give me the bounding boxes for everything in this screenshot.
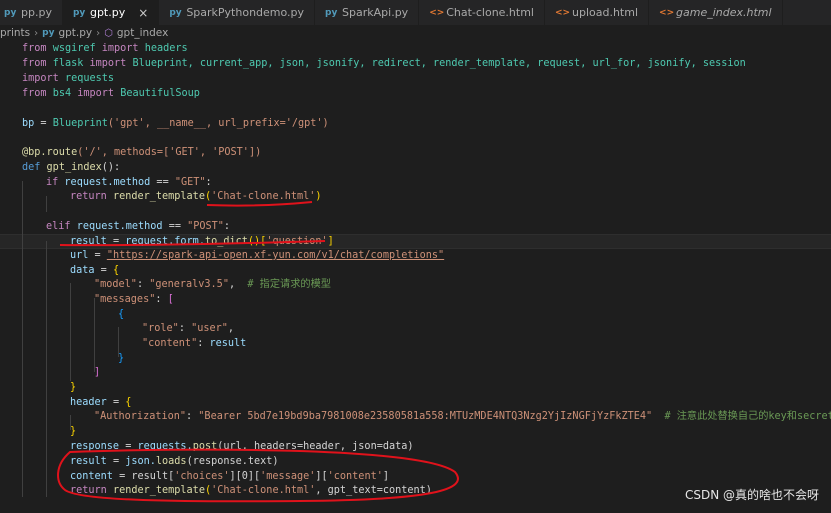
code-line: elif request.method == "POST": (46, 221, 231, 232)
code-line: "messages": [ (94, 294, 174, 305)
python-file-icon: py (4, 7, 17, 18)
indent-guide (46, 196, 47, 212)
tab-label: SparkPythondemo.py (186, 6, 305, 19)
editor-tab-bar: py pp.py py gpt.py × py SparkPythondemo.py py Sp… (0, 0, 831, 25)
code-line: return render_template('Chat-clone.html'… (70, 485, 432, 496)
indent-guide (70, 283, 71, 381)
breadcrumb-folder[interactable]: prints (0, 27, 30, 39)
code-line: { (118, 309, 125, 320)
code-line: @bp.route('/', methods=['GET', 'POST']) (22, 147, 262, 158)
chevron-right-icon: › (34, 27, 39, 39)
tab-label: upload.html (572, 6, 639, 19)
code-line: result = request.form.to_dict()['questio… (70, 236, 334, 247)
code-line: from flask import Blueprint, current_app… (22, 58, 746, 69)
code-line: def gpt_index(): (22, 162, 121, 173)
breadcrumb-symbol[interactable]: gpt_index (117, 27, 168, 39)
code-line: from bs4 import BeautifulSoup (22, 88, 200, 99)
watermark: CSDN @真的啥也不会呀 (684, 488, 819, 502)
editor-tab[interactable]: <> Chat-clone.html (419, 0, 545, 25)
tab-label: gpt.py (89, 6, 126, 19)
editor-tab[interactable]: <> upload.html (545, 0, 650, 25)
python-file-icon: py (42, 28, 55, 38)
code-line: "Authorization": "Bearer 5bd7e19bd9ba798… (94, 411, 831, 422)
code-line: bp = Blueprint('gpt', __name__, url_pref… (22, 118, 329, 129)
code-line: } (70, 382, 77, 393)
function-symbol-icon: ⬡ (104, 27, 113, 39)
code-line: "role": "user", (142, 323, 235, 334)
indent-guide (94, 298, 95, 372)
tab-label: pp.py (21, 6, 52, 19)
html-file-icon: <> (659, 7, 675, 18)
code-line: url = "https://spark-api-open.xf-yun.com… (70, 250, 445, 261)
code-line: result = json.loads(response.text) (70, 456, 279, 467)
code-line: from wsgiref import headers (22, 43, 188, 54)
code-line: import requests (22, 73, 115, 84)
html-file-icon: <> (555, 7, 571, 18)
python-file-icon: py (325, 7, 338, 18)
indent-guide (22, 181, 23, 497)
editor-tab[interactable]: py pp.py (0, 0, 63, 25)
close-icon[interactable]: × (138, 6, 148, 20)
tab-label: SparkApi.py (342, 6, 409, 19)
code-line: "content": result (142, 338, 247, 349)
code-line: content = result['choices'][0]['message'… (70, 471, 389, 482)
python-file-icon: py (72, 7, 86, 18)
code-line: } (70, 426, 77, 437)
code-line: data = { (70, 265, 120, 276)
code-line: response = requests.post(url, headers=he… (70, 441, 414, 452)
editor-tab[interactable]: <> game_index.html (649, 0, 783, 25)
code-line: header = { (70, 397, 132, 408)
code-line: "model": "generalv3.5", # 指定请求的模型 (94, 279, 331, 290)
code-line: return render_template('Chat-clone.html'… (70, 191, 322, 202)
breadcrumb: prints › py gpt.py › ⬡ gpt_index (0, 25, 831, 41)
code-line: ] (94, 367, 101, 378)
editor-tab[interactable]: py SparkPythondemo.py (159, 0, 316, 25)
tab-label: game_index.html (676, 6, 772, 19)
tab-label: Chat-clone.html (446, 6, 534, 19)
code-line: if request.method == "GET": (46, 177, 212, 188)
python-file-icon: py (169, 7, 182, 18)
chevron-right-icon: › (96, 27, 101, 39)
editor-tab[interactable]: py SparkApi.py (315, 0, 420, 25)
indent-guide (46, 241, 47, 497)
code-line: } (118, 353, 125, 364)
html-file-icon: <> (429, 7, 445, 18)
code-editor[interactable]: from wsgiref import headers from flask i… (0, 41, 831, 513)
breadcrumb-file[interactable]: gpt.py (58, 27, 92, 39)
editor-tab[interactable]: py gpt.py × (62, 0, 160, 25)
